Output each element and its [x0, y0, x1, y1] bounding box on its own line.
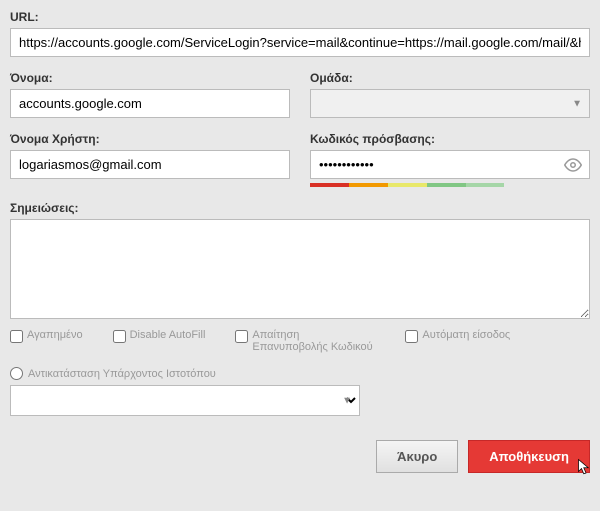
password-strength-bar	[310, 183, 590, 187]
favorite-checkbox[interactable]	[10, 330, 23, 343]
require-reprompt-checkbox[interactable]	[235, 330, 248, 343]
eye-icon[interactable]	[564, 156, 582, 174]
cursor-icon	[577, 458, 592, 476]
replace-existing-label: Αντικατάσταση Υπάρχοντος Ιστοτόπου	[28, 368, 216, 380]
autologin-label: Αυτόματη είσοδος	[422, 329, 510, 341]
favorite-label: Αγαπημένο	[27, 329, 83, 341]
password-input[interactable]	[310, 150, 590, 179]
password-label: Κωδικός πρόσβασης:	[310, 132, 590, 146]
save-button-label: Αποθήκευση	[489, 449, 569, 464]
group-label: Ομάδα:	[310, 71, 590, 85]
name-input[interactable]	[10, 89, 290, 118]
notes-textarea[interactable]	[10, 219, 590, 319]
group-select[interactable]	[310, 89, 590, 118]
cancel-button[interactable]: Άκυρο	[376, 440, 458, 473]
autologin-checkbox[interactable]	[405, 330, 418, 343]
notes-label: Σημειώσεις:	[10, 201, 590, 215]
url-input[interactable]	[10, 28, 590, 57]
disable-autofill-label: Disable AutoFill	[130, 329, 206, 341]
username-input[interactable]	[10, 150, 290, 179]
url-label: URL:	[10, 10, 590, 24]
replace-existing-radio[interactable]	[10, 367, 23, 380]
require-reprompt-label: Απαίτηση Επανυποβολής Κωδικού	[252, 329, 375, 353]
existing-site-select[interactable]	[10, 385, 360, 416]
username-label: Όνομα Χρήστη:	[10, 132, 290, 146]
save-button[interactable]: Αποθήκευση	[468, 440, 590, 473]
disable-autofill-checkbox[interactable]	[113, 330, 126, 343]
name-label: Όνομα:	[10, 71, 290, 85]
